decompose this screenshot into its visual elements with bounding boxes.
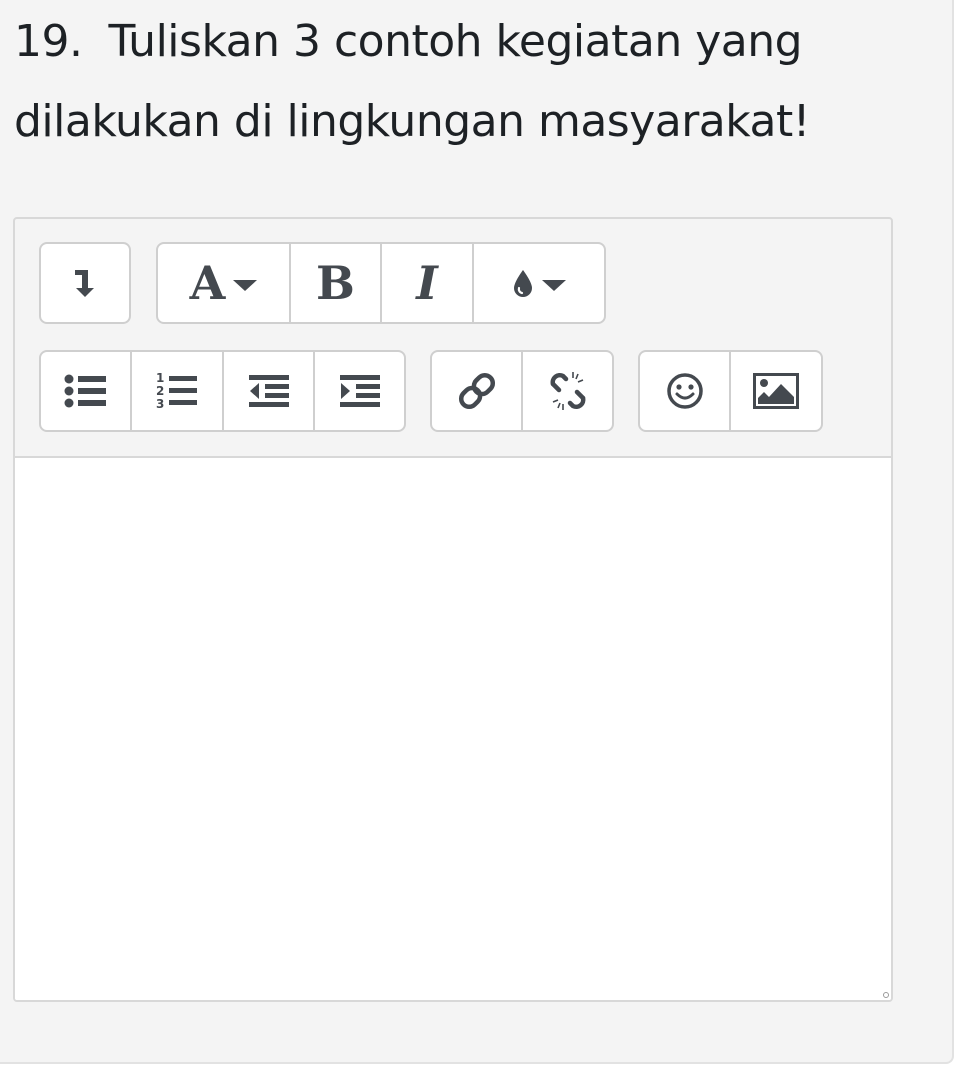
smile-icon [666,373,703,409]
caret-down-icon [542,279,566,291]
text-color-button[interactable] [474,244,604,322]
link-button[interactable] [432,352,523,430]
toolbar-group-lists: 1 2 3 [39,350,406,432]
caret-down-icon [233,279,258,291]
svg-text:1: 1 [156,371,164,385]
list-ul-icon [64,374,106,408]
toolbar-group-format: A B I [156,242,606,324]
image-icon [753,373,799,409]
arrow-down-icon [75,270,94,297]
toolbar-group-links [430,350,614,432]
svg-text:2: 2 [156,384,164,398]
link-icon [458,372,495,410]
rich-text-editor: A B I 1 2 3 [13,217,893,1002]
toolbar-toggle-button[interactable] [41,244,129,322]
toolbar-group-media [638,350,823,432]
svg-text:3: 3 [156,397,164,411]
italic-icon: I [416,256,438,310]
droplet-icon [514,270,532,297]
list-ol-icon: 1 2 3 [156,371,197,411]
editor-content-area[interactable] [15,458,891,1000]
question-text-line-1: Tuliskan 3 contoh kegiatan yang [108,16,803,67]
outdent-icon [248,375,289,407]
outdent-button[interactable] [224,352,315,430]
editor-toolbar: A B I 1 2 3 [15,219,891,458]
question-number: 19. [14,16,83,67]
font-size-button[interactable]: A [158,244,291,322]
unlink-button[interactable] [523,352,612,430]
question-card: 19. Tuliskan 3 contoh kegiatan yang dilak… [0,0,954,1064]
font-glyph: A [189,256,226,310]
bold-icon: B [316,256,355,310]
emoji-button[interactable] [640,352,731,430]
resize-handle[interactable] [883,992,889,998]
question-text: 19. Tuliskan 3 contoh kegiatan yang dilak… [14,2,914,162]
unordered-list-button[interactable] [41,352,132,430]
ordered-list-button[interactable]: 1 2 3 [132,352,224,430]
toolbar-group-toggle [39,242,131,324]
unlink-icon [550,372,585,410]
indent-icon [339,375,380,407]
indent-button[interactable] [315,352,404,430]
bold-button[interactable]: B [291,244,382,322]
image-button[interactable] [731,352,821,430]
italic-button[interactable]: I [382,244,474,322]
question-line-1: 19. Tuliskan 3 contoh kegiatan yang [14,2,914,82]
question-text-line-2: dilakukan di lingkungan masyarakat! [14,96,810,147]
